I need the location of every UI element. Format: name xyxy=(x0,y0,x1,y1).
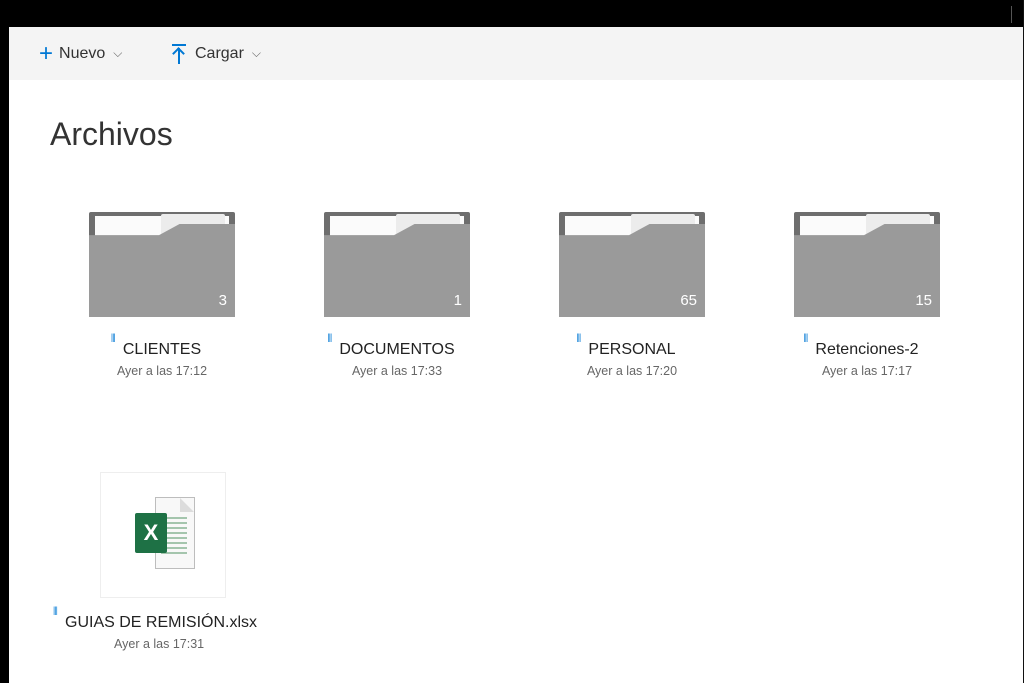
modified-time: Ayer a las 17:20 xyxy=(586,364,678,378)
folder-name[interactable]: Retenciones-2 xyxy=(815,341,918,358)
folder-icon: 65 xyxy=(559,212,705,317)
item-count: 1 xyxy=(453,292,462,309)
folder-icon: 15 xyxy=(794,212,940,317)
item-count: 15 xyxy=(915,292,932,309)
new-button[interactable]: + Nuevo ⌵ xyxy=(39,27,122,80)
page-title: Archivos xyxy=(50,116,173,152)
folder-icon: 3 xyxy=(89,212,235,317)
modified-time: Ayer a las 17:12 xyxy=(116,364,208,378)
item-count: 3 xyxy=(218,292,227,309)
new-label: Nuevo xyxy=(59,44,106,62)
upload-icon xyxy=(172,43,186,64)
folder-tile-clientes[interactable]: 3 ⦀ CLIENTES Ayer a las 17:12 xyxy=(82,212,242,378)
upload-label: Cargar xyxy=(195,44,244,62)
modified-time: Ayer a las 17:17 xyxy=(821,364,913,378)
plus-icon: + xyxy=(39,39,54,67)
folder-tile-documentos[interactable]: 1 ⦀ DOCUMENTOS Ayer a las 17:33 xyxy=(317,212,477,378)
modified-time: Ayer a las 17:31 xyxy=(114,637,205,651)
new-item-icon: ⦀ xyxy=(327,333,333,345)
file-name[interactable]: GUIAS DE REMISIÓN.xlsx xyxy=(65,614,257,631)
top-bar-divider xyxy=(1011,6,1012,23)
file-thumbnail[interactable]: X xyxy=(100,472,226,598)
folder-tile-retenciones[interactable]: 15 ⦀ Retenciones-2 Ayer a las 17:17 xyxy=(787,212,947,378)
chevron-down-icon: ⌵ xyxy=(251,46,262,60)
folder-name[interactable]: CLIENTES xyxy=(123,341,201,358)
modified-time: Ayer a las 17:33 xyxy=(351,364,443,378)
new-item-icon: ⦀ xyxy=(803,333,809,345)
folder-name[interactable]: PERSONAL xyxy=(588,341,675,358)
folder-name[interactable]: DOCUMENTOS xyxy=(339,341,454,358)
file-tile-guias[interactable]: X ⦀ GUIAS DE REMISIÓN.xlsx Ayer a las 17:… xyxy=(52,472,272,651)
command-bar: + Nuevo ⌵ Cargar ⌵ xyxy=(9,27,1023,80)
new-item-icon: ⦀ xyxy=(53,606,58,618)
upload-button[interactable]: Cargar ⌵ xyxy=(172,27,261,80)
folder-icon: 1 xyxy=(324,212,470,317)
new-item-icon: ⦀ xyxy=(110,333,116,345)
new-item-icon: ⦀ xyxy=(576,333,582,345)
top-bar xyxy=(0,0,1024,27)
folder-tile-personal[interactable]: 65 ⦀ PERSONAL Ayer a las 17:20 xyxy=(552,212,712,378)
window-frame-left xyxy=(0,0,9,683)
chevron-down-icon: ⌵ xyxy=(113,46,123,60)
item-count: 65 xyxy=(680,292,697,309)
excel-icon: X xyxy=(135,497,195,569)
